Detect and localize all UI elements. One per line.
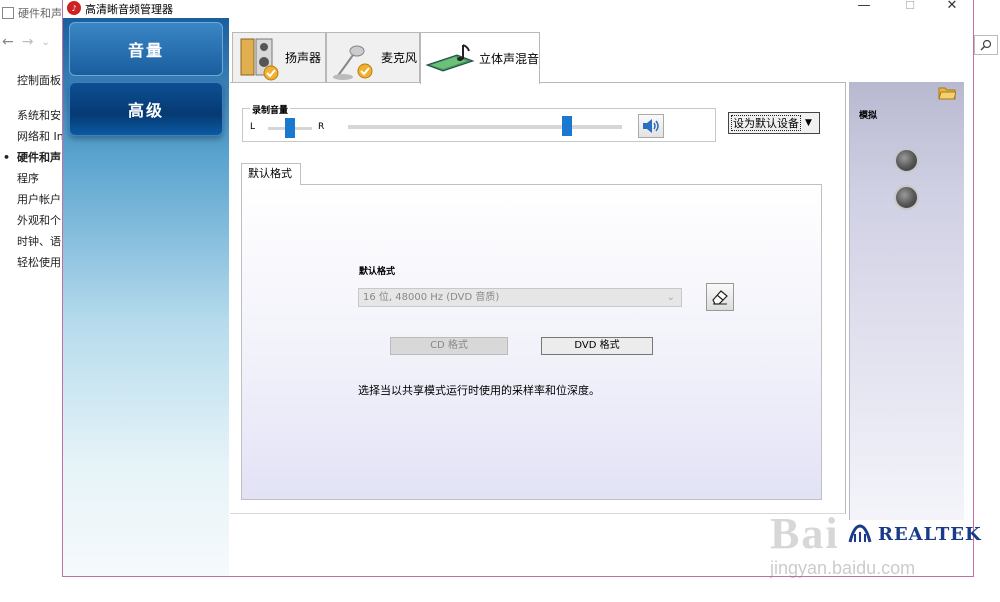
- volume-nav-button[interactable]: 音量: [69, 22, 223, 76]
- bg-sidebar: 控制面板 系统和安 网络和 In 硬件和声 程序 用户帐户 外观和个 时钟、语 …: [0, 70, 62, 273]
- analog-label: 模拟: [859, 111, 878, 121]
- reset-format-button[interactable]: [706, 283, 734, 311]
- app-icon: ♪: [67, 1, 81, 15]
- audio-jack-1[interactable]: [894, 148, 919, 173]
- volume-slider-track[interactable]: [348, 125, 622, 129]
- dvd-format-button[interactable]: DVD 格式: [541, 337, 653, 355]
- realtek-logo: REALTEK: [846, 522, 982, 546]
- audio-jack-2[interactable]: [894, 185, 919, 210]
- watermark-text: Bai: [770, 509, 840, 558]
- folder-icon[interactable]: [938, 84, 956, 100]
- cd-format-button[interactable]: CD 格式: [390, 337, 508, 355]
- balance-right-label: R: [318, 122, 325, 132]
- search-icon[interactable]: [974, 35, 998, 55]
- tab-stereo-mix[interactable]: 立体声混音: [420, 32, 540, 84]
- bg-sidebar-item[interactable]: 外观和个: [0, 210, 62, 231]
- microphone-icon: [333, 45, 373, 80]
- format-select: 16 位, 48000 Hz (DVD 音质) ⌄: [358, 288, 682, 307]
- speaker-icon: [240, 38, 279, 80]
- bg-sidebar-item[interactable]: 用户帐户: [0, 189, 62, 210]
- window-title: 高清晰音频管理器: [85, 3, 173, 16]
- tab-label: 麦克风: [381, 51, 418, 65]
- balance-slider-thumb[interactable]: [285, 118, 295, 138]
- close-button[interactable]: ✕: [937, 0, 967, 14]
- back-arrow-icon[interactable]: ←: [2, 34, 14, 52]
- format-description: 选择当以共享模式运行时使用的采样率和位深度。: [358, 384, 600, 397]
- watermark-url: jingyan.baidu.com: [770, 558, 916, 578]
- stereo-mix-icon: [425, 43, 475, 72]
- maximize-button[interactable]: ☐: [895, 0, 925, 14]
- forward-arrow-icon[interactable]: →: [22, 34, 34, 52]
- advanced-nav-button[interactable]: 高级: [69, 82, 223, 136]
- brand-name: REALTEK: [878, 523, 982, 545]
- speaker-volume-icon: [643, 119, 659, 133]
- tab-default-format[interactable]: 默认格式: [241, 163, 301, 185]
- volume-slider-thumb[interactable]: [562, 116, 573, 136]
- default-format-panel: [241, 184, 822, 500]
- bg-sidebar-item[interactable]: 控制面板: [0, 70, 62, 91]
- bg-window-title: 硬件和声: [0, 4, 62, 22]
- default-format-label: 默认格式: [359, 267, 396, 277]
- bg-sidebar-item[interactable]: 程序: [0, 168, 62, 189]
- tab-microphone[interactable]: 麦克风: [326, 32, 420, 82]
- tab-label: 立体声混音: [479, 52, 540, 66]
- chevron-down-icon[interactable]: ⌄: [41, 34, 49, 52]
- bg-sidebar-item[interactable]: 时钟、语: [0, 231, 62, 252]
- title-bar: ♪ 高清晰音频管理器 — ☐ ✕: [63, 0, 973, 18]
- control-panel-icon: [2, 7, 14, 19]
- set-default-device-label: 设为默认设备: [731, 115, 801, 131]
- balance-left-label: L: [250, 122, 256, 132]
- mute-button[interactable]: [638, 114, 664, 138]
- chevron-down-icon: ▼: [805, 118, 812, 128]
- format-select-value: 16 位, 48000 Hz (DVD 音质): [363, 292, 500, 303]
- set-default-device-dropdown[interactable]: 设为默认设备 ▼: [728, 112, 820, 134]
- eraser-icon: [712, 290, 728, 305]
- chevron-down-icon: ⌄: [666, 292, 675, 303]
- bg-sidebar-item-active[interactable]: 硬件和声: [0, 147, 62, 168]
- recording-volume-title: 录制音量: [250, 103, 291, 116]
- bg-sidebar-item[interactable]: 系统和安: [0, 105, 62, 126]
- tab-label: 扬声器: [285, 51, 322, 65]
- bg-sidebar-item[interactable]: 网络和 In: [0, 126, 62, 147]
- tab-speakers[interactable]: 扬声器: [232, 32, 326, 82]
- bg-nav-arrows: ← → ⌄: [2, 34, 50, 52]
- left-nav-panel: 音量 高级: [63, 18, 229, 576]
- realtek-crab-icon: [848, 524, 872, 543]
- minimize-button[interactable]: —: [849, 0, 879, 14]
- bg-sidebar-item[interactable]: 轻松使用: [0, 252, 62, 273]
